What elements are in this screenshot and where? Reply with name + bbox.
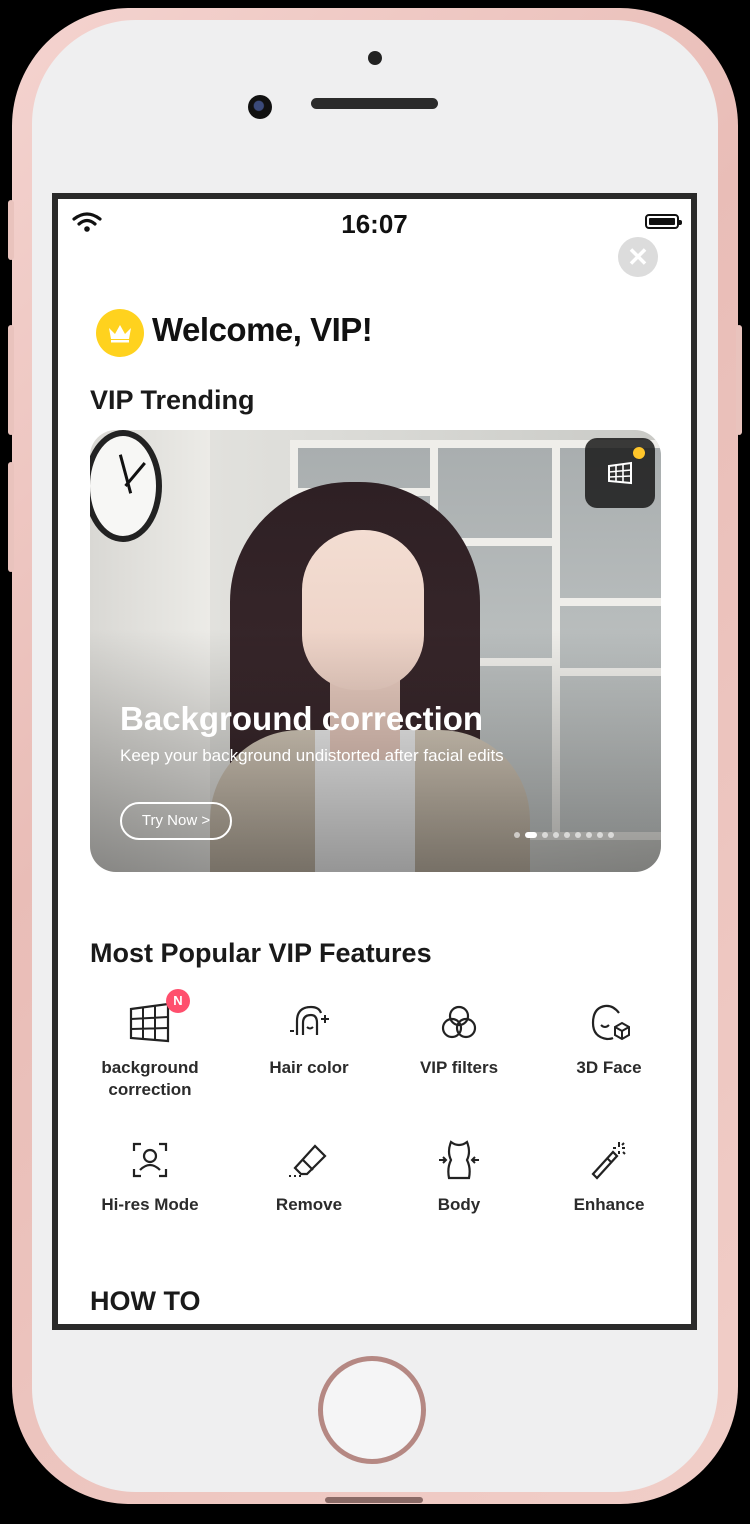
face-scan-icon — [128, 1138, 172, 1182]
status-bar: 16:07 — [58, 199, 691, 239]
front-camera — [248, 95, 272, 119]
feature-vip-filters[interactable]: VIP filters — [384, 1001, 534, 1079]
carousel-dots[interactable] — [514, 832, 614, 838]
feature-3d-face[interactable]: 3D Face — [534, 1001, 684, 1079]
carousel-dot[interactable] — [608, 832, 614, 838]
close-button[interactable]: ✕ — [618, 237, 658, 277]
banner-subtitle: Keep your background undistorted after f… — [120, 746, 504, 765]
feature-label: background correction — [101, 1058, 199, 1099]
crown-icon — [96, 309, 144, 357]
3d-face-icon — [587, 1001, 631, 1045]
proximity-sensor — [368, 51, 382, 65]
carousel-dot[interactable] — [553, 832, 559, 838]
feature-label: Hair color — [269, 1058, 349, 1077]
carousel-dot[interactable] — [514, 832, 520, 838]
home-button[interactable] — [318, 1356, 426, 1464]
vip-dot — [633, 447, 645, 459]
volume-up-button — [8, 325, 14, 435]
carousel-dot[interactable] — [542, 832, 548, 838]
carousel-dot[interactable] — [586, 832, 592, 838]
battery-icon — [645, 214, 682, 229]
welcome-title: Welcome, VIP! — [152, 311, 373, 348]
carousel-dot[interactable] — [564, 832, 570, 838]
feature-background-correction[interactable]: N background correction — [75, 989, 225, 1101]
feature-label: Hi-res Mode — [101, 1195, 199, 1214]
feature-enhance[interactable]: Enhance — [534, 1138, 684, 1216]
carousel-dot[interactable] — [597, 832, 603, 838]
feature-label: 3D Face — [576, 1058, 642, 1077]
mute-switch — [8, 200, 14, 260]
carousel-dot[interactable] — [525, 832, 537, 838]
vip-trending-heading: VIP Trending — [90, 385, 255, 415]
feature-body[interactable]: Body — [384, 1138, 534, 1216]
feature-remove[interactable]: Remove — [234, 1138, 384, 1216]
try-now-button[interactable]: Try Now > — [120, 802, 232, 840]
hair-icon — [287, 1001, 331, 1045]
banner-feature-badge — [585, 438, 655, 508]
eraser-icon — [287, 1138, 331, 1182]
bottom-edge — [325, 1497, 423, 1503]
feature-hi-res-mode[interactable]: Hi-res Mode — [75, 1138, 225, 1216]
grid-icon: N — [128, 989, 190, 1045]
carousel-dot[interactable] — [575, 832, 581, 838]
volume-down-button — [8, 462, 14, 572]
grid-icon — [608, 461, 632, 485]
filters-icon — [437, 1001, 481, 1045]
popular-features-heading: Most Popular VIP Features — [90, 938, 432, 968]
feature-label: Remove — [275, 1195, 343, 1214]
how-to-heading: HOW TO — [90, 1286, 201, 1316]
feature-label: Enhance — [573, 1195, 645, 1214]
body-icon — [437, 1138, 481, 1182]
magic-wand-icon — [587, 1138, 631, 1182]
earpiece-speaker — [311, 98, 438, 109]
close-icon: ✕ — [627, 242, 649, 272]
banner-title: Background correction — [120, 700, 484, 737]
new-badge: N — [166, 989, 190, 1013]
status-time: 16:07 — [341, 209, 408, 239]
app-screen: 16:07 ✕ Welcome, VIP! VIP Trending Backg… — [52, 193, 697, 1330]
power-button — [736, 325, 742, 435]
feature-hair-color[interactable]: Hair color — [234, 1001, 384, 1079]
feature-label: VIP filters — [419, 1058, 499, 1077]
feature-label: Body — [437, 1195, 481, 1214]
trending-banner[interactable]: Background correction Keep your backgrou… — [90, 430, 661, 872]
